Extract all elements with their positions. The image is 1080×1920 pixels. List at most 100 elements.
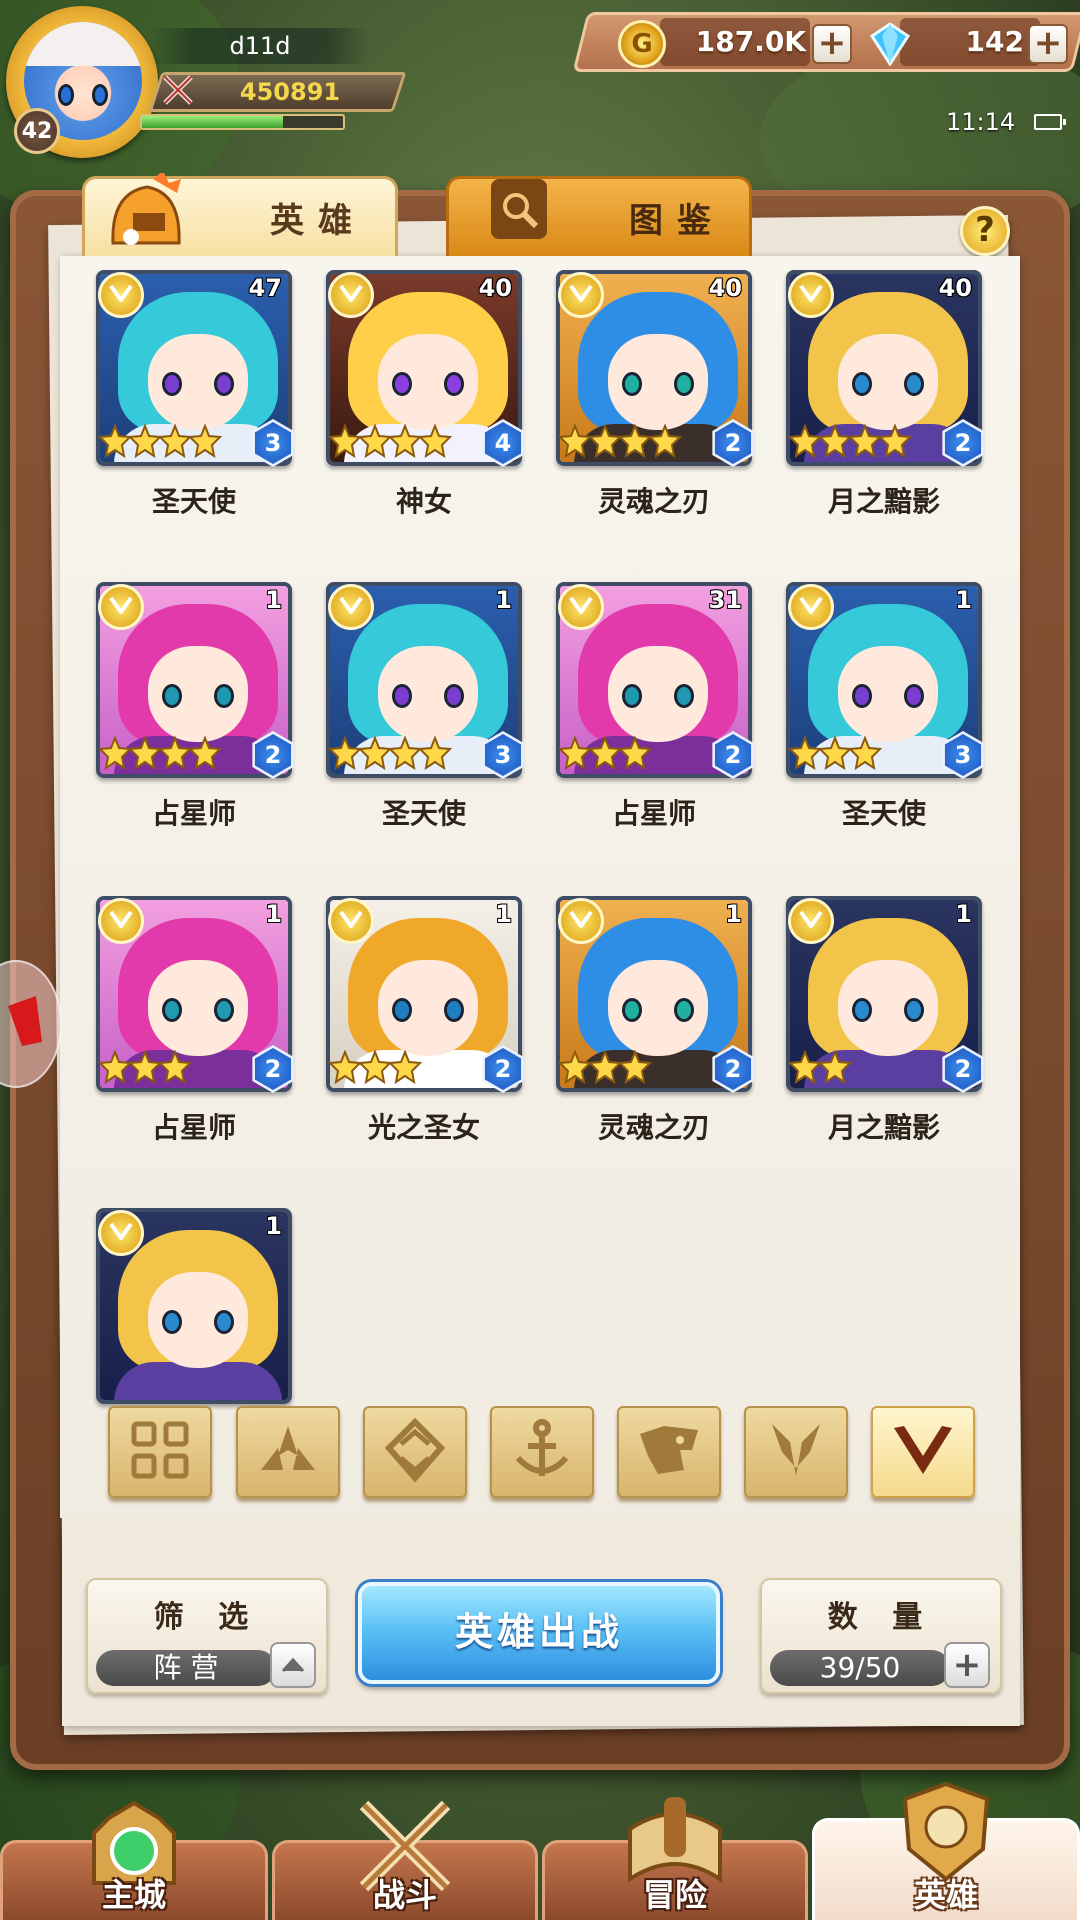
star-icon	[588, 424, 622, 458]
faction-v-icon	[98, 898, 144, 944]
hero-name: 灵魂之刃	[597, 1111, 710, 1144]
hero-card[interactable]: 1 2 占星师	[96, 896, 294, 1144]
star-icon	[158, 1050, 192, 1084]
faction-filter-button[interactable]	[108, 1406, 212, 1498]
hero-card[interactable]: 1	[96, 1208, 292, 1404]
hero-level: 1	[265, 1212, 282, 1240]
hero-grid: 47 3 圣天使 40 4 神女 40 2 灵魂之刃 40 2 月之黯影 1 2…	[60, 256, 1020, 1518]
star-icon	[818, 424, 852, 458]
star-icon	[818, 1050, 852, 1084]
nav-battle-label: 战斗	[372, 1876, 437, 1914]
star-icon	[358, 424, 392, 458]
faction-filter-button[interactable]	[363, 1406, 467, 1498]
faction-filter-button[interactable]	[744, 1406, 848, 1498]
fox-head-icon	[766, 1418, 826, 1486]
hero-name: 占星师	[151, 797, 236, 830]
faction-v-icon	[98, 272, 144, 318]
star-icon	[618, 1050, 652, 1084]
filter-toggle-button[interactable]	[270, 1642, 316, 1688]
faction-v-icon	[558, 584, 604, 630]
hero-level: 40	[708, 274, 742, 302]
star-icon	[328, 736, 362, 770]
star-icon	[128, 736, 162, 770]
star-icon	[328, 1050, 362, 1084]
faction-filter-button[interactable]	[490, 1406, 594, 1498]
hero-card[interactable]: 1 2 光之圣女	[326, 896, 524, 1144]
hero-stars	[328, 1050, 422, 1084]
filter-value[interactable]: 阵 营	[96, 1650, 276, 1686]
hero-card[interactable]: 1 3 圣天使	[326, 582, 524, 830]
star-icon	[558, 1050, 592, 1084]
hero-card[interactable]: 1 2 占星师	[96, 582, 294, 830]
nav-adventure[interactable]: 冒险	[542, 1797, 808, 1920]
hand-icon	[8, 996, 42, 1046]
hero-stars	[788, 736, 882, 770]
help-button[interactable]: ?	[960, 206, 1010, 256]
hero-stars	[98, 736, 222, 770]
add-gold-button[interactable]: +	[812, 24, 852, 64]
expand-capacity-button[interactable]: +	[944, 1642, 990, 1688]
star-icon	[128, 1050, 162, 1084]
faction-filter-button[interactable]	[617, 1406, 721, 1498]
hero-level: 31	[708, 586, 742, 614]
faction-v-icon	[788, 584, 834, 630]
hero-card[interactable]: 40 2 月之黯影	[786, 270, 984, 518]
faction-v-icon	[328, 898, 374, 944]
hero-stars	[328, 424, 452, 458]
star-icon	[588, 1050, 622, 1084]
add-gems-button[interactable]: +	[1028, 24, 1068, 64]
nav-main-city[interactable]: 主城	[0, 1800, 268, 1920]
grid-all-icon	[128, 1418, 192, 1486]
hero-card[interactable]: 31 2 占星师	[556, 582, 754, 830]
hero-level: 40	[478, 274, 512, 302]
count-title: 数 量	[827, 1600, 935, 1635]
tab-heroes[interactable]: 英雄	[82, 171, 398, 256]
knight-helmet-icon	[103, 171, 189, 253]
nav-battle[interactable]: 战斗	[272, 1800, 538, 1920]
player-name: d11d	[150, 28, 370, 64]
star-icon	[98, 736, 132, 770]
tab-codex[interactable]: 图鉴	[446, 176, 752, 256]
hero-name: 神女	[395, 485, 452, 518]
star-icon	[158, 424, 192, 458]
star-icon	[618, 424, 652, 458]
player-level-badge: 42	[14, 108, 60, 154]
hero-level: 1	[265, 900, 282, 928]
clock: 11:14	[946, 108, 1016, 136]
hero-stars	[98, 424, 222, 458]
hero-stars	[788, 424, 912, 458]
tab-codex-label: 图鉴	[629, 201, 725, 241]
deploy-heroes-button[interactable]: 英雄出战	[358, 1582, 720, 1684]
nav-heroes[interactable]: 英雄	[812, 1781, 1080, 1920]
star-icon	[98, 424, 132, 458]
hero-card[interactable]: 1 2 灵魂之刃	[556, 896, 754, 1144]
star-icon	[418, 736, 452, 770]
faction-filter-button[interactable]	[871, 1406, 975, 1498]
hero-card[interactable]: 1 3 圣天使	[786, 582, 984, 830]
faction-v-icon	[98, 1210, 144, 1256]
hero-name: 圣天使	[151, 485, 236, 518]
crossed-swords-icon	[158, 70, 198, 110]
faction-v-icon	[328, 584, 374, 630]
hero-level: 40	[938, 274, 972, 302]
star-icon	[618, 736, 652, 770]
hero-name: 光之圣女	[367, 1111, 480, 1144]
hero-count-panel: 数 量 39/50 +	[760, 1578, 1002, 1694]
hero-card[interactable]: 40 2 灵魂之刃	[556, 270, 754, 518]
star-icon	[588, 736, 622, 770]
crown-spikes-icon	[253, 1420, 323, 1484]
hero-card[interactable]: 1 2 月之黯影	[786, 896, 984, 1144]
v-emblem-icon	[890, 1420, 956, 1484]
battery-icon	[1034, 114, 1066, 130]
hero-level: 1	[265, 586, 282, 614]
tab-heroes-label: 英雄	[270, 201, 366, 241]
beast-head-icon	[634, 1420, 704, 1484]
faction-filter-button[interactable]	[236, 1406, 340, 1498]
star-icon	[388, 424, 422, 458]
hero-card[interactable]: 47 3 圣天使	[96, 270, 294, 518]
hero-stars	[328, 736, 452, 770]
star-icon	[418, 424, 452, 458]
hero-stars	[558, 1050, 652, 1084]
hero-card[interactable]: 40 4 神女	[326, 270, 524, 518]
hero-stars	[98, 1050, 192, 1084]
